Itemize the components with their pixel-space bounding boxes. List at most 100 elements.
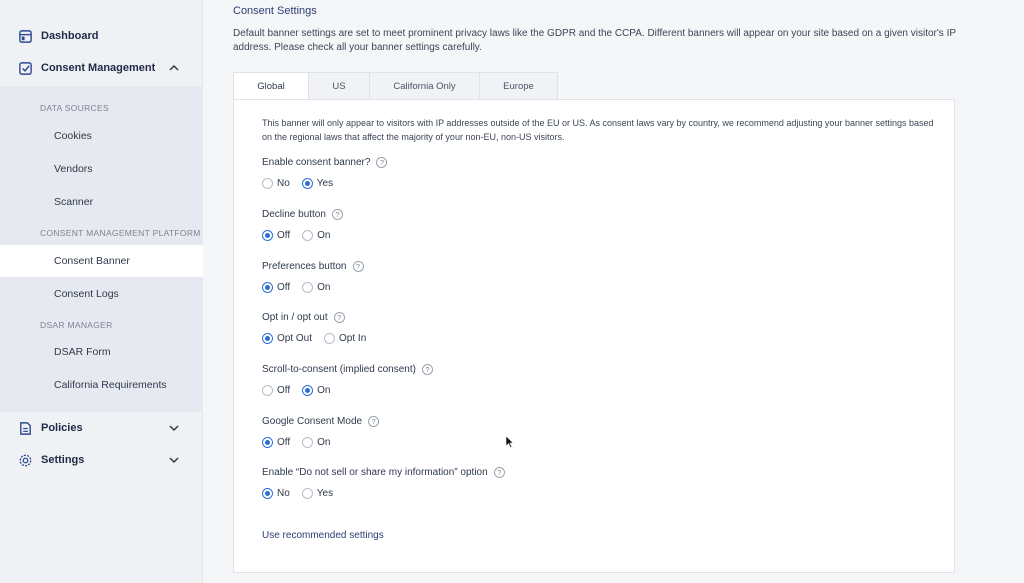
- consent-management-submenu: DATA SOURCES Cookies Vendors Scanner CON…: [0, 86, 203, 412]
- region-tabs: Global US California Only Europe: [233, 72, 558, 100]
- option-label: On: [317, 384, 331, 396]
- sidebar-item-scanner[interactable]: Scanner: [0, 186, 203, 218]
- option-label: Off: [277, 384, 291, 396]
- sidebar-item-california-requirements[interactable]: California Requirements: [0, 369, 203, 401]
- page-title: Consent Settings: [233, 5, 317, 17]
- radio-button[interactable]: [302, 436, 314, 448]
- help-icon[interactable]: ?: [421, 363, 433, 375]
- setting-label: Enable consent banner?: [262, 156, 371, 168]
- option-label: Off: [277, 281, 291, 293]
- radio-button[interactable]: [262, 436, 273, 448]
- nav-consent-management-label: Consent Management: [41, 62, 156, 74]
- radio-option[interactable]: On: [302, 281, 331, 293]
- banner-intro-text: This banner will only appear to visitors…: [262, 118, 934, 142]
- radio-option[interactable]: On: [302, 436, 331, 448]
- settings-panel: This banner will only appear to visitors…: [233, 99, 955, 573]
- radio-option[interactable]: No: [262, 177, 290, 189]
- chevron-up-icon[interactable]: [167, 61, 181, 75]
- sidebar-item-consent-banner[interactable]: Consent Banner: [0, 245, 203, 277]
- setting-label: Scroll-to-consent (implied consent): [262, 363, 416, 375]
- option-label: On: [317, 281, 331, 293]
- section-label-data-sources: DATA SOURCES: [40, 103, 109, 113]
- setting-scroll-to-consent: Scroll-to-consent (implied consent)? Off…: [262, 362, 433, 397]
- option-label: Off: [277, 229, 291, 241]
- help-icon[interactable]: ?: [493, 466, 505, 478]
- nav-policies[interactable]: Policies: [0, 412, 203, 444]
- radio-button[interactable]: [262, 229, 273, 241]
- radio-option[interactable]: Yes: [301, 487, 334, 499]
- nav-dashboard-label: Dashboard: [41, 30, 99, 42]
- option-label: Opt In: [339, 332, 367, 344]
- sidebar: Dashboard Consent Management DATA SOURCE…: [0, 0, 203, 583]
- radio-button[interactable]: [301, 487, 313, 499]
- sidebar-item-dsar-form[interactable]: DSAR Form: [0, 336, 203, 368]
- tab-europe[interactable]: Europe: [480, 72, 558, 100]
- radio-option[interactable]: Opt In: [324, 332, 367, 344]
- radio-button[interactable]: [262, 281, 273, 293]
- nav-policies-label: Policies: [41, 422, 83, 434]
- option-label: Off: [277, 436, 291, 448]
- sidebar-item-consent-logs[interactable]: Consent Logs: [0, 278, 203, 310]
- radio-button[interactable]: [301, 177, 313, 189]
- tab-global[interactable]: Global: [233, 72, 309, 100]
- tab-us[interactable]: US: [309, 72, 370, 100]
- radio-option[interactable]: Off: [262, 281, 291, 293]
- page-description: Default banner settings are set to meet …: [233, 28, 956, 53]
- setting-opt-in-opt-out: Opt in / opt out? Opt Out Opt In: [262, 310, 378, 345]
- radio-button[interactable]: [262, 487, 273, 499]
- mouse-cursor-icon: [506, 436, 514, 448]
- radio-option[interactable]: No: [262, 487, 290, 499]
- nav-dashboard[interactable]: Dashboard: [0, 20, 203, 52]
- radio-option[interactable]: Yes: [301, 177, 334, 189]
- setting-label: Preferences button: [262, 260, 347, 272]
- nav-consent-management[interactable]: Consent Management: [0, 52, 203, 84]
- radio-button[interactable]: [324, 332, 336, 344]
- option-label: No: [277, 487, 290, 499]
- help-icon[interactable]: ?: [368, 415, 380, 427]
- setting-label: Enable “Do not sell or share my informat…: [262, 466, 488, 478]
- radio-option[interactable]: Off: [262, 229, 291, 241]
- chevron-down-icon[interactable]: [167, 453, 181, 467]
- help-icon[interactable]: ?: [376, 156, 388, 168]
- chevron-down-icon[interactable]: [167, 421, 181, 435]
- help-icon[interactable]: ?: [333, 311, 345, 323]
- setting-label: Google Consent Mode: [262, 415, 363, 427]
- main-content: Consent Settings Default banner settings…: [203, 0, 1024, 583]
- setting-google-consent-mode: Google Consent Mode? Off On: [262, 414, 380, 449]
- option-label: On: [317, 229, 331, 241]
- sidebar-item-vendors[interactable]: Vendors: [0, 153, 203, 185]
- radio-button[interactable]: [262, 332, 273, 344]
- radio-option[interactable]: On: [302, 229, 331, 241]
- radio-option[interactable]: On: [302, 384, 331, 396]
- option-label: Yes: [316, 177, 334, 189]
- nav-settings-label: Settings: [41, 454, 85, 466]
- tab-california-only[interactable]: California Only: [370, 72, 480, 100]
- radio-option[interactable]: Opt Out: [262, 332, 313, 344]
- setting-preferences-button: Preferences button? Off On: [262, 259, 364, 294]
- setting-decline-button: Decline button? Off On: [262, 207, 343, 242]
- section-label-cmp: CONSENT MANAGEMENT PLATFORM: [40, 228, 201, 238]
- setting-enable-consent-banner: Enable consent banner?? No Yes: [262, 155, 388, 190]
- radio-button[interactable]: [302, 229, 314, 241]
- section-label-dsar: DSAR MANAGER: [40, 320, 113, 330]
- radio-button[interactable]: [302, 281, 314, 293]
- document-icon: [17, 420, 33, 436]
- radio-option[interactable]: Off: [262, 384, 291, 396]
- setting-label: Decline button: [262, 208, 326, 220]
- help-icon[interactable]: ?: [331, 208, 343, 220]
- help-icon[interactable]: ?: [352, 260, 364, 272]
- setting-label: Opt in / opt out: [262, 311, 328, 323]
- nav-settings[interactable]: Settings: [0, 444, 203, 476]
- option-label: No: [277, 177, 290, 189]
- checkbox-icon: [17, 60, 33, 76]
- radio-button[interactable]: [262, 384, 273, 396]
- radio-option[interactable]: Off: [262, 436, 291, 448]
- radio-button[interactable]: [302, 384, 314, 396]
- use-recommended-settings-link[interactable]: Use recommended settings: [262, 530, 384, 541]
- radio-button[interactable]: [262, 177, 273, 189]
- option-label: Yes: [316, 487, 334, 499]
- dashboard-icon: [17, 28, 33, 44]
- sidebar-item-cookies[interactable]: Cookies: [0, 120, 203, 152]
- option-label: On: [317, 436, 331, 448]
- option-label: Opt Out: [277, 332, 313, 344]
